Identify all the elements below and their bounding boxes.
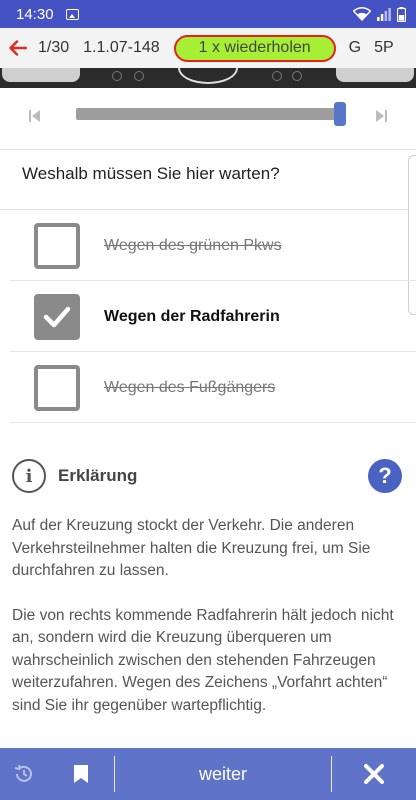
skip-next-icon: [376, 110, 387, 122]
answer-label: Wegen des Fußgängers: [104, 378, 276, 396]
answer-checkbox[interactable]: [34, 364, 80, 411]
video-progress-thumb[interactable]: [334, 102, 346, 126]
bookmark-button[interactable]: [48, 748, 114, 800]
history-icon: [14, 764, 32, 782]
license-class: G: [348, 39, 362, 56]
speedometer-image: [178, 68, 238, 84]
car-left-image: [2, 68, 80, 82]
dashboard-dot: [112, 71, 122, 81]
skip-previous-button[interactable]: [26, 107, 44, 125]
explanation-header: i Erklärung ?: [12, 456, 408, 496]
next-button[interactable]: weiter: [115, 748, 331, 800]
answer-checkbox[interactable]: [34, 222, 80, 269]
answer-label: Wegen der Radfahrerin: [104, 307, 280, 325]
help-icon[interactable]: ?: [368, 459, 402, 493]
answer-option-3[interactable]: Wegen des Fußgängers: [10, 353, 416, 423]
video-progress-track[interactable]: [76, 108, 342, 120]
question-code: 1.1.07-148: [83, 39, 160, 56]
explanation-paragraph: Auf der Kreuzung stockt der Verkehr. Die…: [12, 517, 371, 579]
answer-option-1[interactable]: Wegen des grünen Pkws: [10, 211, 416, 281]
close-button[interactable]: [332, 748, 416, 800]
app-bar: 1/30 1.1.07-148 1 x wiederholen G 5P: [0, 28, 416, 68]
explanation-title: Erklärung: [58, 466, 138, 485]
repeat-badge[interactable]: 1 x wiederholen: [173, 34, 336, 62]
bottom-bar: weiter: [0, 748, 416, 800]
answer-option-2[interactable]: Wegen der Radfahrerin: [10, 282, 416, 352]
dashboard-dot: [272, 71, 282, 81]
dashboard-dot: [292, 71, 302, 81]
explanation-text: Auf der Kreuzung stockt der Verkehr. Die…: [12, 515, 408, 739]
skip-previous-icon: [29, 110, 40, 122]
status-icons: [353, 6, 406, 22]
back-button[interactable]: [0, 28, 36, 68]
close-icon: [364, 764, 384, 784]
info-icon: i: [12, 459, 46, 493]
arrow-left-icon: [9, 40, 27, 56]
checkmark-icon: [43, 306, 71, 327]
points-label: 5P: [374, 39, 394, 56]
question-text: Weshalb müssen Sie hier warten?: [22, 164, 280, 183]
skip-next-button[interactable]: [372, 107, 390, 125]
image-notification-icon: [65, 8, 79, 20]
explanation-paragraph: Die von rechts kommende Radfahrerin hält…: [12, 606, 394, 714]
status-bar: 14:30: [0, 0, 416, 28]
answer-checkbox-checked[interactable]: [34, 293, 80, 340]
answer-label: Wegen des grünen Pkws: [104, 236, 282, 254]
car-right-image: [336, 68, 414, 82]
signal-icon: [377, 7, 391, 21]
question-counter: 1/30: [38, 39, 70, 56]
wifi-icon: [353, 7, 371, 21]
status-time: 14:30: [16, 5, 54, 23]
bookmark-icon: [74, 765, 88, 783]
question-area: Weshalb müssen Sie hier warten?: [0, 150, 416, 210]
dashboard-dot: [134, 71, 144, 81]
battery-icon: [397, 6, 406, 22]
question-image: [0, 68, 416, 88]
video-slider-row: [0, 88, 416, 150]
history-button[interactable]: [0, 748, 48, 800]
